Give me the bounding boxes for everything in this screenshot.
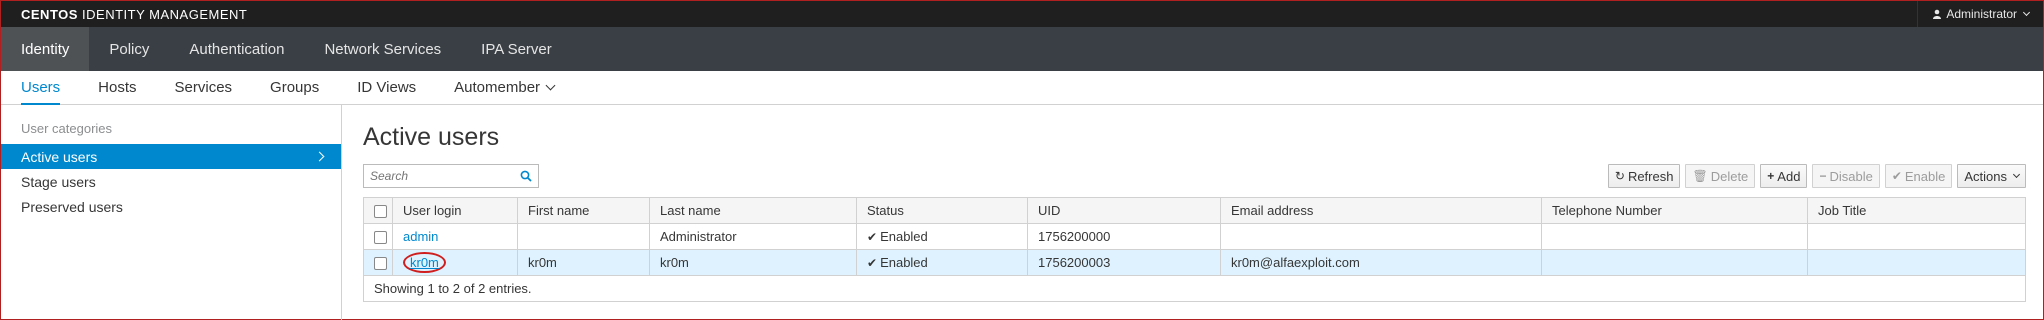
- cell-last-name: kr0m: [649, 249, 857, 276]
- chevron-down-icon: [545, 80, 556, 91]
- tab-id-views[interactable]: ID Views: [338, 71, 435, 104]
- nav-ipa-server[interactable]: IPA Server: [461, 27, 572, 71]
- refresh-button[interactable]: ↻ Refresh: [1607, 164, 1681, 188]
- delete-label: Delete: [1710, 168, 1749, 184]
- sidebar: User categories Active users Stage users…: [1, 105, 342, 320]
- user-name: Administrator: [1946, 7, 2017, 21]
- sidebar-item-stage-users[interactable]: Stage users: [1, 169, 341, 194]
- brand-logo: CENTOS IDENTITY MANAGEMENT: [21, 6, 248, 22]
- sidebar-item-label: Active users: [21, 148, 98, 165]
- tab-automember[interactable]: Automember: [435, 71, 573, 104]
- tab-automember-label: Automember: [454, 79, 541, 96]
- column-header-email[interactable]: Email address: [1220, 197, 1542, 224]
- action-buttons: ↻ Refresh 🗑 Delete + Add − Disable ✔ Enable A…: [1607, 164, 2026, 188]
- cell-email: [1220, 223, 1542, 250]
- check-icon: ✔: [867, 230, 878, 244]
- row-checkbox-cell: [363, 223, 393, 250]
- search-input[interactable]: [364, 165, 514, 187]
- select-all-checkbox[interactable]: [374, 205, 387, 219]
- row-checkbox-cell: [363, 249, 393, 276]
- sidebar-item-preserved-users[interactable]: Preserved users: [1, 194, 341, 219]
- status-text: Enabled: [880, 255, 928, 270]
- check-icon: ✔: [1891, 169, 1902, 183]
- masthead: CENTOS IDENTITY MANAGEMENT Administrator: [1, 1, 2043, 27]
- disable-button[interactable]: − Disable: [1812, 164, 1880, 188]
- search-icon: [520, 170, 532, 182]
- table-row: admin Administrator ✔ Enabled 1756200000: [363, 223, 2026, 250]
- refresh-icon: ↻: [1614, 169, 1625, 183]
- sidebar-item-active-users[interactable]: Active users: [1, 144, 341, 169]
- column-header-user-login[interactable]: User login: [392, 197, 518, 224]
- secondary-nav: Users Hosts Services Groups ID Views Aut…: [1, 71, 2043, 105]
- users-table: User login First name Last name Status U…: [363, 197, 2026, 302]
- table-row: kr0m kr0m kr0m ✔ Enabled 1756200003 kr0m@…: [363, 249, 2026, 276]
- cell-first-name: kr0m: [517, 249, 650, 276]
- user-icon: [1933, 9, 1942, 19]
- enable-button[interactable]: ✔ Enable: [1884, 164, 1953, 188]
- nav-policy[interactable]: Policy: [89, 27, 169, 71]
- cell-uid: 1756200003: [1027, 249, 1221, 276]
- tab-groups[interactable]: Groups: [251, 71, 338, 104]
- cell-user-login: kr0m: [392, 249, 518, 276]
- chevron-right-icon: [314, 151, 325, 162]
- user-login-link[interactable]: admin: [403, 229, 438, 244]
- row-checkbox[interactable]: [374, 231, 387, 245]
- add-label: Add: [1777, 168, 1801, 184]
- nav-identity[interactable]: Identity: [1, 27, 90, 71]
- cell-status: ✔ Enabled: [856, 249, 1028, 276]
- add-button[interactable]: + Add: [1760, 164, 1808, 188]
- trash-icon: 🗑: [1692, 169, 1708, 183]
- cell-status: ✔ Enabled: [856, 223, 1028, 250]
- cell-user-login: admin: [392, 223, 518, 250]
- nav-authentication[interactable]: Authentication: [169, 27, 304, 71]
- user-menu[interactable]: Administrator: [1917, 1, 2043, 27]
- content-area: User categories Active users Stage users…: [1, 105, 2043, 320]
- cell-email: kr0m@alfaexploit.com: [1220, 249, 1542, 276]
- column-header-telephone[interactable]: Telephone Number: [1541, 197, 1808, 224]
- tab-users[interactable]: Users: [21, 71, 79, 105]
- chevron-down-icon: [2022, 8, 2031, 16]
- tab-hosts[interactable]: Hosts: [79, 71, 155, 104]
- column-header-job-title[interactable]: Job Title: [1807, 197, 2026, 224]
- enable-label: Enable: [1904, 168, 1946, 184]
- table-footer-text: Showing 1 to 2 of 2 entries.: [363, 275, 2026, 302]
- delete-button[interactable]: 🗑 Delete: [1685, 164, 1756, 188]
- select-all-cell: [363, 197, 393, 224]
- toolbar: ↻Refresh 🗑Delete +Add −Disable ✔Enable A…: [363, 160, 2026, 192]
- actions-label: Actions: [1964, 168, 2007, 184]
- sidebar-item-label: Stage users: [21, 173, 96, 190]
- minus-icon: −: [1819, 169, 1827, 183]
- row-checkbox[interactable]: [374, 257, 387, 271]
- page-title: Active users: [363, 123, 500, 151]
- check-icon: ✔: [867, 256, 878, 270]
- refresh-label: Refresh: [1627, 168, 1674, 184]
- status-text: Enabled: [880, 229, 928, 244]
- cell-job-title: [1807, 249, 2026, 276]
- chevron-down-icon: [2012, 170, 2021, 178]
- cell-job-title: [1807, 223, 2026, 250]
- column-header-last-name[interactable]: Last name: [649, 197, 857, 224]
- primary-nav: Identity Policy Authentication Network S…: [1, 27, 2043, 71]
- disable-label: Disable: [1829, 168, 1873, 184]
- sidebar-item-label: Preserved users: [21, 198, 123, 215]
- actions-dropdown[interactable]: Actions: [1957, 164, 2026, 188]
- cell-first-name: [517, 223, 650, 250]
- user-login-link[interactable]: kr0m: [403, 252, 446, 273]
- plus-icon: +: [1767, 169, 1775, 183]
- table-footer-row: Showing 1 to 2 of 2 entries.: [363, 275, 2026, 302]
- main-panel: Active users ↻Refresh 🗑Delete +Add −Disa…: [342, 105, 2043, 320]
- cell-last-name: Administrator: [649, 223, 857, 250]
- column-header-status[interactable]: Status: [856, 197, 1028, 224]
- nav-network-services[interactable]: Network Services: [304, 27, 461, 71]
- table-header-row: User login First name Last name Status U…: [363, 197, 2026, 224]
- search-button[interactable]: [514, 165, 538, 187]
- column-header-first-name[interactable]: First name: [517, 197, 650, 224]
- cell-telephone: [1541, 249, 1808, 276]
- sidebar-heading: User categories: [21, 121, 113, 136]
- cell-uid: 1756200000: [1027, 223, 1221, 250]
- tab-services[interactable]: Services: [156, 71, 252, 104]
- search-box: [363, 164, 539, 188]
- cell-telephone: [1541, 223, 1808, 250]
- column-header-uid[interactable]: UID: [1027, 197, 1221, 224]
